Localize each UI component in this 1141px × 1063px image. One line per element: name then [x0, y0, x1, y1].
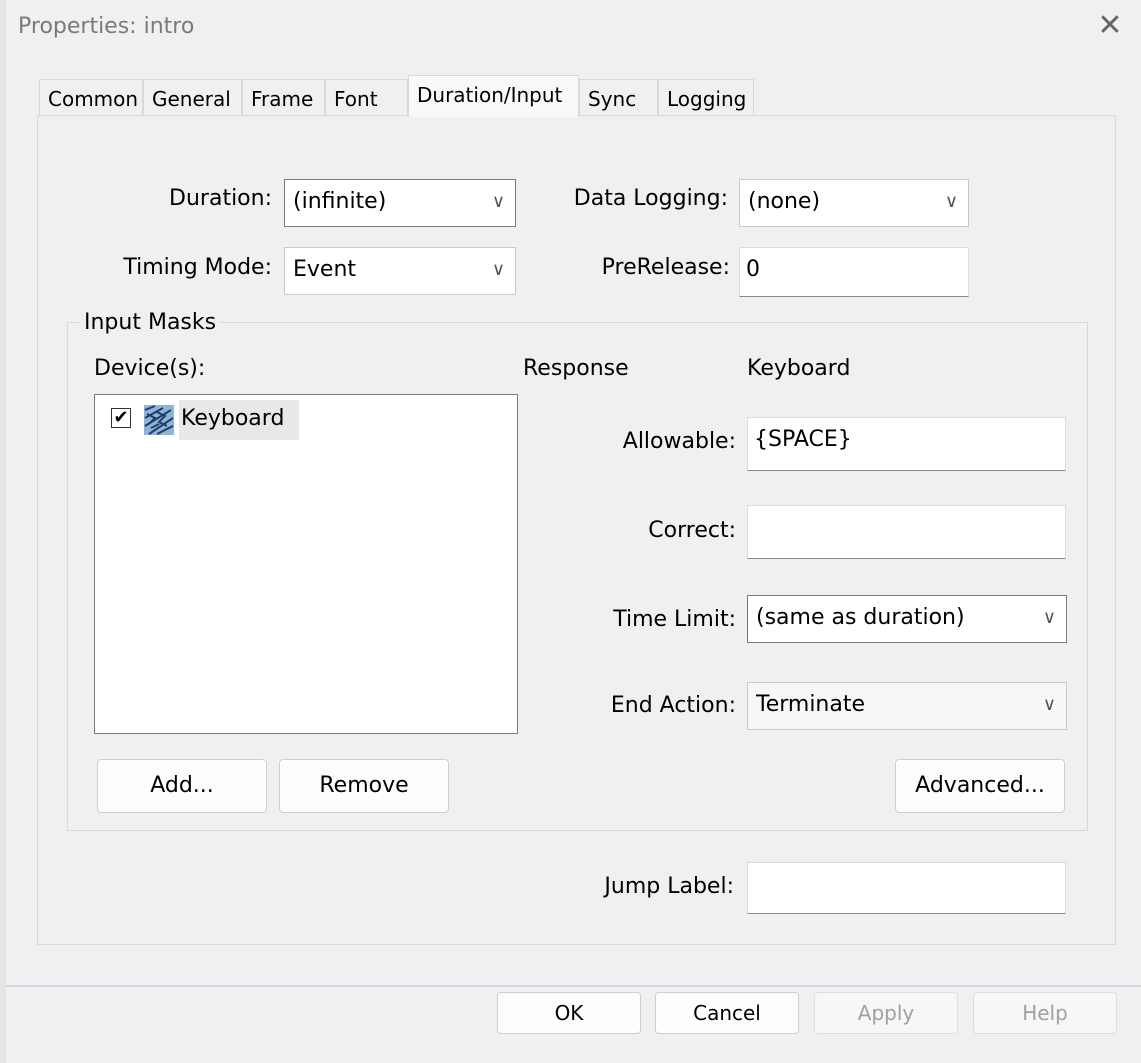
device-name: Keyboard	[181, 406, 285, 431]
jump-label-input[interactable]	[747, 862, 1066, 914]
tab-duration-input[interactable]: Duration/Input	[408, 75, 579, 117]
data-logging-value: (none)	[748, 189, 821, 214]
input-masks-caption: Input Masks	[80, 310, 221, 335]
duration-value: (infinite)	[293, 189, 387, 214]
tab-logging[interactable]: Logging	[658, 79, 754, 115]
end-action-label: End Action:	[610, 693, 736, 718]
timing-mode-select[interactable]: Event ∨	[284, 247, 516, 295]
tab-general[interactable]: General	[143, 79, 242, 115]
apply-button[interactable]: Apply	[814, 992, 958, 1034]
correct-input[interactable]	[747, 505, 1066, 559]
divider	[6, 985, 1141, 987]
list-item[interactable]: ✔ Keyboard	[109, 400, 299, 440]
device-checkbox[interactable]: ✔	[111, 408, 131, 428]
window-title: Properties: intro	[18, 14, 195, 39]
title-bar[interactable]: Properties: intro ✕	[6, 0, 1141, 56]
tab-font[interactable]: Font	[325, 79, 408, 115]
correct-label: Correct:	[648, 518, 736, 543]
chevron-down-icon: ∨	[491, 191, 505, 212]
chevron-down-icon: ∨	[491, 259, 505, 280]
time-limit-value: (same as duration)	[756, 605, 965, 630]
duration-select[interactable]: (infinite) ∨	[284, 179, 516, 227]
data-logging-label: Data Logging:	[573, 186, 728, 211]
properties-dialog: Properties: intro ✕ Common General Frame…	[0, 0, 1141, 1063]
add-button[interactable]: Add...	[97, 759, 267, 813]
allowable-input[interactable]: {SPACE}	[747, 417, 1066, 471]
prerelease-label: PreRelease:	[601, 255, 730, 280]
chevron-down-icon: ∨	[1042, 694, 1056, 715]
time-limit-select[interactable]: (same as duration) ∨	[747, 595, 1067, 643]
data-logging-select[interactable]: (none) ∨	[739, 179, 969, 227]
devices-list[interactable]: ✔ Keyboard	[94, 394, 518, 734]
tab-sync[interactable]: Sync	[579, 79, 658, 115]
devices-label: Device(s):	[94, 356, 206, 381]
jump-label-label: Jump Label:	[604, 874, 734, 899]
chevron-down-icon: ∨	[1042, 607, 1056, 628]
ok-button[interactable]: OK	[497, 992, 641, 1034]
chevron-down-icon: ∨	[944, 191, 958, 212]
advanced-button[interactable]: Advanced...	[895, 759, 1065, 813]
remove-button[interactable]: Remove	[279, 759, 449, 813]
tab-common[interactable]: Common	[39, 79, 143, 115]
time-limit-label: Time Limit:	[613, 607, 736, 632]
prerelease-input[interactable]: 0	[739, 247, 969, 297]
end-action-value: Terminate	[756, 692, 866, 717]
response-header: Response	[523, 356, 629, 381]
cancel-button[interactable]: Cancel	[655, 992, 799, 1034]
timing-mode-label: Timing Mode:	[123, 255, 272, 280]
help-button[interactable]: Help	[973, 992, 1117, 1034]
timing-mode-value: Event	[293, 257, 357, 282]
tab-frame[interactable]: Frame	[242, 79, 325, 115]
close-icon[interactable]: ✕	[1092, 6, 1128, 46]
device-header: Keyboard	[747, 356, 851, 381]
end-action-select[interactable]: Terminate ∨	[747, 682, 1067, 730]
duration-label: Duration:	[169, 186, 272, 211]
keyboard-icon	[144, 405, 174, 435]
allowable-label: Allowable:	[622, 429, 736, 454]
